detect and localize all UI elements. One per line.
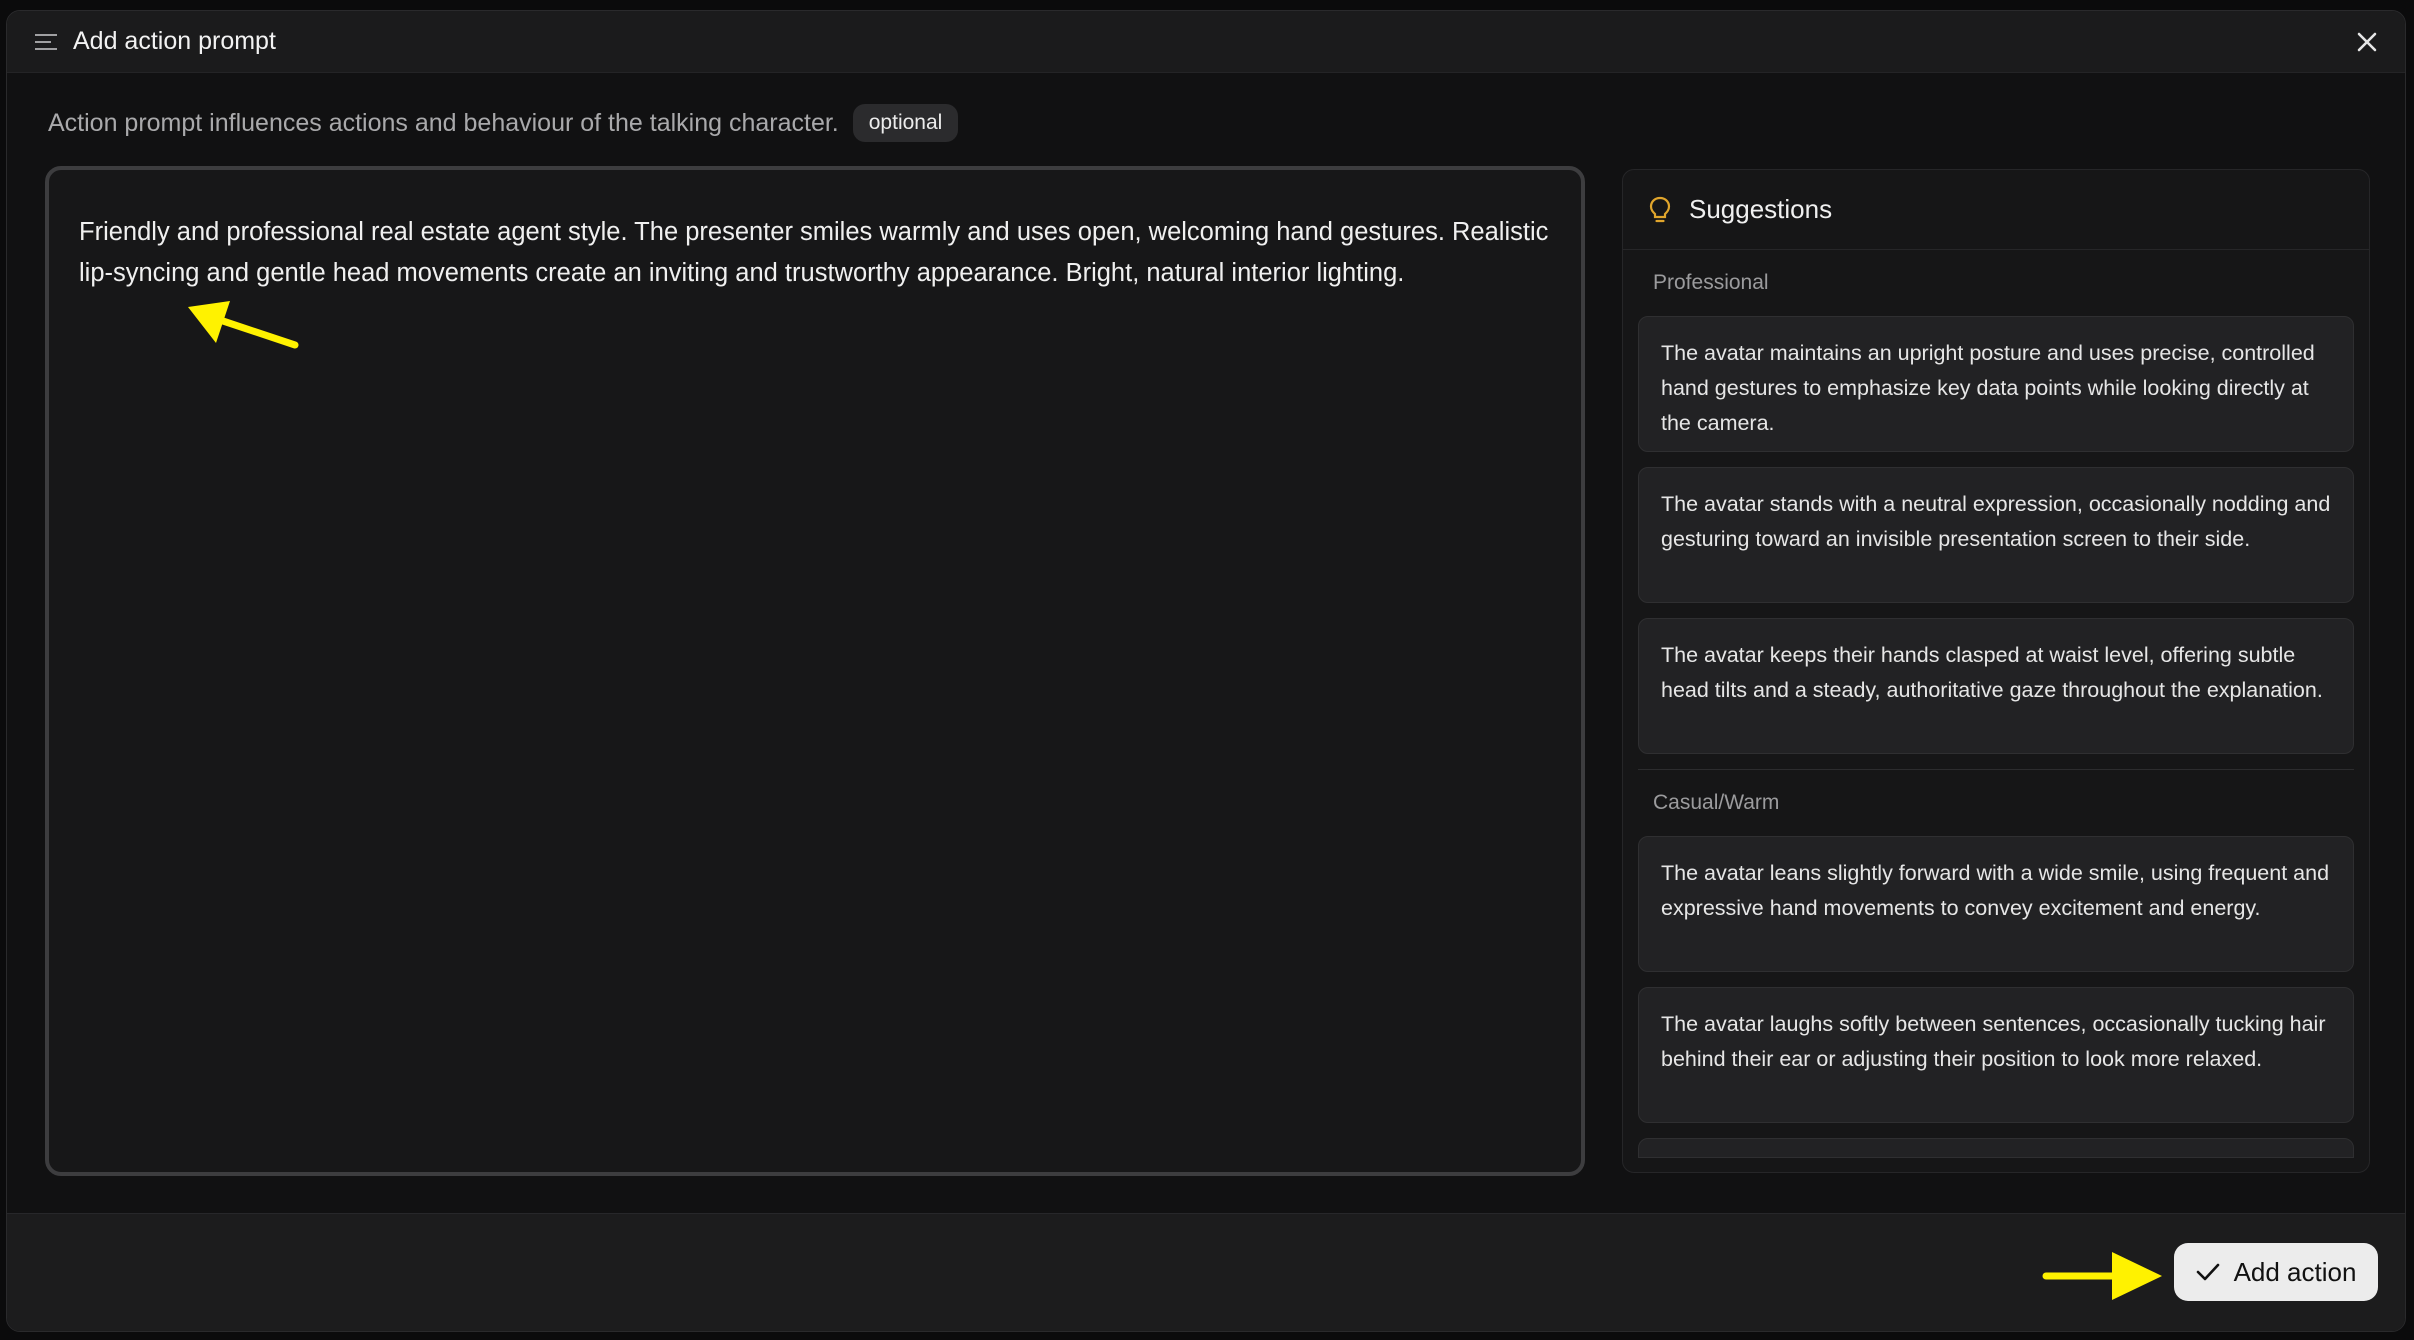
dialog-title: Add action prompt [73, 27, 276, 55]
annotation-arrow-icon [2042, 1252, 2162, 1300]
section-label-casual-warm: Casual/Warm [1653, 791, 1780, 814]
action-prompt-text[interactable]: Friendly and professional real estate ag… [79, 212, 1551, 294]
suggestions-panel: Suggestions Professional The avatar main… [1622, 169, 2370, 1173]
suggestion-card[interactable]: The avatar keeps their hands clasped at … [1638, 618, 2354, 754]
section-label-professional: Professional [1653, 271, 1769, 294]
suggestion-card[interactable]: The avatar maintains an upright posture … [1638, 316, 2354, 452]
add-action-button[interactable]: Add action [2174, 1243, 2378, 1301]
suggestion-card[interactable]: The avatar stands with a neutral express… [1638, 467, 2354, 603]
suggestion-card-partial[interactable] [1638, 1138, 2354, 1158]
optional-badge: optional [852, 104, 959, 142]
lightbulb-icon [1649, 196, 1671, 222]
close-icon[interactable] [2355, 30, 2379, 54]
suggestion-card[interactable]: The avatar leans slightly forward with a… [1638, 836, 2354, 972]
suggestion-card[interactable]: The avatar laughs softly between sentenc… [1638, 987, 2354, 1123]
suggestions-header: Suggestions [1623, 170, 2369, 250]
menu-icon[interactable] [35, 33, 57, 51]
annotation-arrow-icon [188, 301, 299, 349]
dialog-titlebar: Add action prompt [7, 11, 2405, 73]
subtitle-text: Action prompt influences actions and beh… [48, 108, 839, 137]
subtitle-row: Action prompt influences actions and beh… [48, 103, 959, 143]
check-icon [2196, 1263, 2219, 1281]
suggestions-title: Suggestions [1689, 194, 1833, 224]
add-action-label: Add action [2233, 1256, 2357, 1287]
add-action-prompt-dialog: Add action prompt Action prompt influenc… [6, 10, 2406, 1332]
